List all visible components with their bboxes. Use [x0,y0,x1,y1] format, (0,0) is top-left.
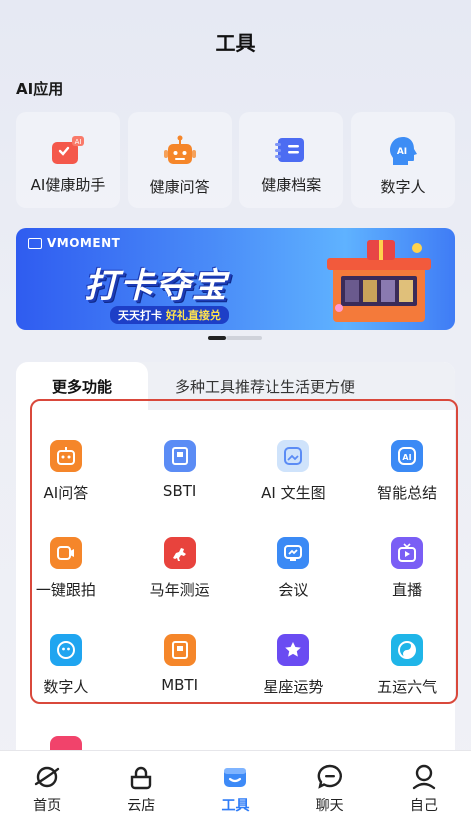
app-card-health-record[interactable]: 健康档案 [239,112,344,208]
nav-home[interactable]: 首页 [12,763,82,815]
svg-text:AI: AI [397,147,407,157]
pagination-dot-active [208,336,226,340]
ai-apps-section-title: AI应用 [16,80,64,98]
bottom-navigation: 首页 云店 工具 聊天 自己 [0,750,471,819]
svg-text:AI: AI [75,138,82,146]
nav-me[interactable]: 自己 [389,763,459,815]
banner-brand-text: VMOMENT [47,236,121,250]
bag-icon [131,766,152,790]
toolbox-icon [224,768,247,787]
planet-icon [34,766,60,788]
top-header: 工具 [0,0,471,80]
app-label: AI健康助手 [30,176,106,194]
app-card-health-qa[interactable]: 健康问答 [127,112,232,208]
pagination-dot [226,336,262,340]
app-label: 健康档案 [261,176,322,194]
ai-head-icon: AI [389,137,417,165]
highlight-outline [30,399,458,704]
promo-banner[interactable]: VMOMENT 打卡夺宝 天天打卡 好礼直接兑 [16,228,455,330]
app-card-digital-human[interactable]: AI 数字人 [350,112,455,208]
page-title: 工具 [215,30,256,55]
vm-logo-icon [28,237,42,249]
ai-health-assistant-icon: AI [52,136,84,164]
nav-label: 云店 [127,798,156,814]
banner-brand: VMOMENT [28,236,120,250]
app-label: 数字人 [380,178,426,196]
ai-apps-row: AI AI健康助手 健康问答 健康档案 AI 数字人 [16,112,455,208]
nav-label: 工具 [221,798,250,814]
health-record-icon [275,138,305,162]
banner-tagline: 天天打卡 好礼直接兑 [110,306,229,324]
banner-pagination [208,336,262,340]
nav-chat[interactable]: 聊天 [295,763,365,815]
robot-icon [163,135,196,164]
app-label: 健康问答 [149,178,210,196]
nav-label: 自己 [409,798,438,814]
chat-bubble-icon [317,764,342,789]
nav-label: 首页 [33,798,62,814]
banner-headline: 打卡夺宝 [84,266,228,306]
gift-shop-illustration [327,240,431,322]
person-icon [412,764,436,790]
nav-cloud-store[interactable]: 云店 [106,763,176,815]
nav-label: 聊天 [315,798,344,814]
nav-tools[interactable]: 工具 [200,763,270,815]
app-card-ai-health-assistant[interactable]: AI AI健康助手 [16,112,120,208]
